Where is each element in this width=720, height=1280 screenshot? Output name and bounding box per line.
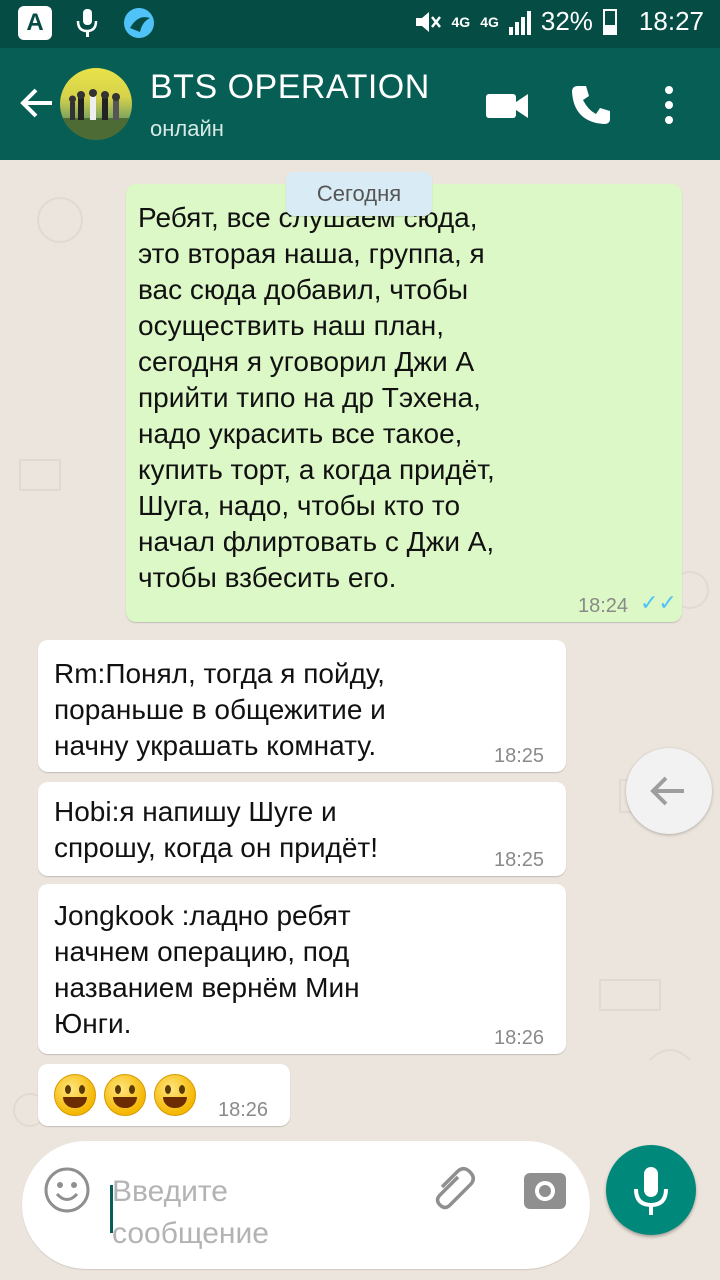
back-arrow-icon[interactable] [14,78,58,128]
message-time: 18:26 [494,1027,545,1049]
message-time: 18:24 [578,595,629,617]
message-time: 18:26 [218,1099,269,1121]
chat-title[interactable]: BTS OPERATION [150,68,430,107]
camera-icon[interactable] [522,1167,568,1213]
more-options-icon[interactable] [646,82,692,128]
network-type-secondary: 4G [480,13,499,30]
video-call-icon[interactable] [484,82,530,128]
reply-button[interactable] [626,748,712,834]
clock: 18:27 [638,6,704,36]
microphone-notification-icon [76,9,98,37]
message-bubble-incoming[interactable]: 18:26 [38,1064,290,1126]
message-text: Hobi:я напишу Шуге и спрошу, когда он пр… [54,796,379,863]
grinning-face-icon [104,1074,146,1116]
group-avatar[interactable] [60,68,132,140]
message-text: Rm:Понял, тогда я пойду, пораньше в обще… [54,658,386,761]
composer-bar: Введите сообщение [0,1135,720,1280]
message-time: 18:25 [494,745,545,767]
emoji-picker-icon[interactable] [42,1165,92,1215]
message-text: Jongkook :ладно ребят начнем операцию, п… [54,900,360,1039]
message-bubble-outgoing[interactable]: Ребят, все слушаем сюда, это вторая наша… [126,184,682,622]
app-notification-icon: A [18,6,52,40]
message-input-box[interactable]: Введите сообщение [22,1141,590,1269]
voice-call-icon[interactable] [568,82,614,128]
mute-icon [415,11,441,32]
reply-arrow-icon [650,776,684,806]
grinning-face-icon [154,1074,196,1116]
message-bubble-incoming[interactable]: Rm:Понял, тогда я пойду, пораньше в обще… [38,640,566,772]
message-bubble-incoming[interactable]: Hobi:я напишу Шуге и спрошу, когда он пр… [38,782,566,876]
chat-status: онлайн [150,116,224,141]
signal-icon [508,9,531,35]
battery-icon [602,8,617,35]
voice-message-button[interactable] [606,1145,696,1235]
message-text: Ребят, все слушаем сюда, это вторая наша… [138,202,495,593]
read-receipt-icon: ✓✓ [640,590,677,615]
message-input[interactable]: Введите сообщение [112,1171,352,1255]
dolphin-notification-icon [124,8,154,38]
emoji-message [54,1074,196,1116]
date-separator: Сегодня [286,172,432,216]
network-type: 4G [451,13,471,30]
chat-header: BTS OPERATION онлайн [0,48,720,160]
battery-percent: 32% [540,6,593,36]
message-bubble-incoming[interactable]: Jongkook :ладно ребят начнем операцию, п… [38,884,566,1054]
microphone-icon [634,1167,668,1215]
attach-icon[interactable] [430,1165,480,1215]
grinning-face-icon [54,1074,96,1116]
group-photo-icon [60,89,132,140]
status-bar: A 4G 4G 32% 18:27 [0,0,720,48]
message-time: 18:25 [494,849,545,871]
